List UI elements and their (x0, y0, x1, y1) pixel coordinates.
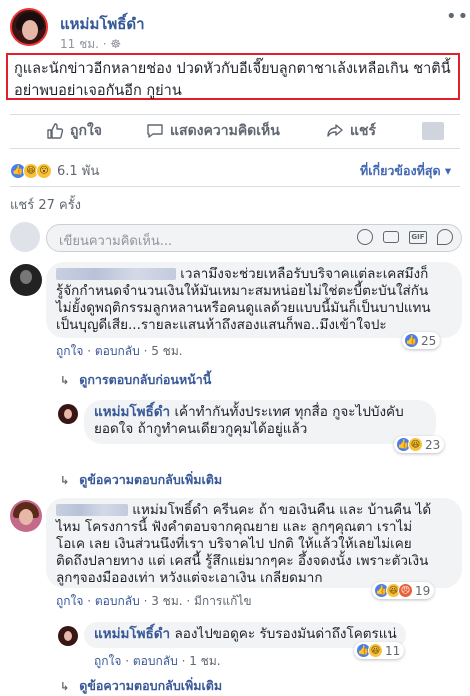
divider (10, 114, 460, 115)
comment-actions: ถูกใจ · ตอบกลับ · 3 ชม. · มีการแก้ไข (56, 594, 252, 608)
reply-text: เค้าทำกันทั้งประเทศ ทุกสื่อ กูจะไปบังคับ (174, 404, 404, 420)
reply-author[interactable]: แหม่มโพธิ์ดำ (94, 404, 170, 420)
comment-text: โอเค เลย เงินส่วนนึงที่เรา บริจาคไป ปกติ… (56, 536, 412, 552)
comment-reply-link[interactable]: ตอบกลับ (95, 344, 140, 358)
comment-text: ติดถึงปลายทาง แต่ เคสนี้ รู้สึกแย่มากๆคะ… (56, 553, 429, 569)
more-options-icon[interactable]: ••• (446, 6, 470, 27)
gif-icon[interactable]: GIF (409, 231, 427, 244)
haha-reaction-icon: 😆 (368, 643, 383, 658)
post-text-line: อย่าพบอย่าเจอกันอีก กูย่าน (14, 83, 182, 99)
reply-reply-link[interactable]: ตอบกลับ (133, 654, 178, 668)
comment-text: แหม่มโพธิ์ดำ ครีนคะ ถ้า ขอเงินคืน และ บ้… (132, 502, 432, 518)
reply-arrow-icon: ↳ (60, 473, 70, 487)
sort-comments-dropdown[interactable]: ที่เกี่ยวข้องที่สุด ▾ (360, 161, 451, 181)
view-previous-replies[interactable]: ↳ ดูการตอบกลับก่อนหน้านี้ (60, 370, 211, 390)
divider (10, 148, 460, 149)
view-more-replies-label: ดูข้อความตอบกลับเพิ่มเติม (79, 678, 223, 693)
emoji-icon[interactable] (357, 229, 373, 245)
reaction-count: 6.1 พัน (57, 164, 100, 179)
comment-time[interactable]: 5 ชม. (151, 344, 182, 358)
reply-author[interactable]: แหม่มโพธิ์ดำ (94, 626, 170, 642)
share-count[interactable]: แชร์ 27 ครั้ง (10, 194, 81, 215)
share-icon (327, 124, 343, 137)
comment-text: เวลามึงจะช่วยเหลือรับบริจาคแต่ละเคสมึงก็ (180, 266, 429, 282)
blurred-commenter-name[interactable] (56, 268, 176, 280)
reply-time[interactable]: 1 ชม. (189, 654, 220, 668)
wow-reaction-icon: 😮 (36, 162, 52, 179)
comment-text: ไม่ยั้งดูพฤติกรรมลูกหลานหรือคนดูแลด้วยแบ… (56, 300, 431, 316)
thumbs-up-icon (47, 123, 64, 139)
reply-text: ยอดใจ ถ้ากูทำคนเดียวกูคุมได้อยู่แล้ว (94, 421, 308, 437)
comment-input[interactable]: เขียนความคิดเห็น... GIF (46, 224, 462, 252)
blurred-commenter-name[interactable] (56, 504, 128, 516)
reply-like-link[interactable]: ถูกใจ (94, 654, 121, 668)
comment-like-link[interactable]: ถูกใจ (56, 344, 83, 358)
like-label: ถูกใจ (70, 123, 102, 139)
comment-placeholder: เขียนความคิดเห็น... (59, 234, 173, 249)
viewer-avatar[interactable] (422, 122, 444, 140)
page-avatar[interactable] (58, 626, 78, 646)
like-reaction-icon: 👍 (404, 333, 419, 348)
edited-label[interactable]: มีการแก้ไข (194, 594, 252, 608)
comment-bubble: แหม่มโพธิ์ดำ ครีนคะ ถ้า ขอเงินคืน และ บ้… (46, 498, 462, 588)
comment-reply-link[interactable]: ตอบกลับ (95, 594, 140, 608)
comment-reaction-count[interactable]: 👍 😆 😠 19 (372, 582, 435, 599)
view-more-replies[interactable]: ↳ ดูข้อความตอบกลับเพิ่มเติม (60, 676, 222, 696)
comment-text: ไหม โครงการนี้ ฟังคำตอบจากคุณยาย และ ลูก… (56, 519, 413, 535)
comment-text: รู้จักกำหนดจำนวนเงินให้มันเหมาะสมหน่อยไม… (56, 283, 429, 299)
reply-arrow-icon: ↳ (60, 679, 70, 693)
view-previous-replies-label: ดูการตอบกลับก่อนหน้านี้ (79, 372, 212, 387)
commenter-avatar[interactable] (10, 500, 42, 532)
reply-actions: ถูกใจ · ตอบกลับ · 1 ชม. (94, 654, 221, 668)
like-button[interactable]: ถูกใจ (46, 120, 102, 142)
page-avatar[interactable] (58, 404, 78, 424)
haha-reaction-icon: 😆 (408, 437, 423, 452)
comment-actions: ถูกใจ · ตอบกลับ · 5 ชม. (56, 344, 183, 358)
view-more-replies[interactable]: ↳ ดูข้อความตอบกลับเพิ่มเติม (60, 470, 222, 490)
view-more-replies-label: ดูข้อความตอบกลับเพิ่มเติม (79, 472, 223, 487)
post-time[interactable]: 11 ชม. · ☸ (60, 35, 121, 54)
reaction-number: 23 (425, 437, 441, 452)
page-avatar[interactable] (10, 8, 48, 46)
comment-bubble: เวลามึงจะช่วยเหลือรับบริจาคแต่ละเคสมึงก็… (46, 262, 462, 338)
reply-bubble: แหม่มโพธิ์ดำ เค้าทำกันทั้งประเทศ ทุกสื่อ… (84, 400, 436, 444)
comment-reaction-count[interactable]: 👍 25 (402, 332, 441, 349)
post-text-line: กูและนักข่าวอีกหลายช่อง ปวดหัวกับอีเจี๊ย… (14, 61, 451, 77)
commenter-avatar[interactable] (10, 264, 42, 296)
reply-reaction-count[interactable]: 👍 😆 11 (354, 642, 405, 659)
post-text: กูและนักข่าวอีกหลายช่อง ปวดหัวกับอีเจี๊ย… (6, 53, 460, 100)
share-button[interactable]: แชร์ (326, 120, 376, 142)
comment-label: แสดงความคิดเห็น (170, 123, 280, 139)
angry-reaction-icon: 😠 (398, 583, 413, 598)
sticker-icon[interactable] (437, 229, 453, 245)
comment-time[interactable]: 3 ชม. (151, 594, 182, 608)
page-name[interactable]: แหม่มโพธิ์ดำ (60, 12, 145, 36)
reaction-number: 19 (415, 583, 431, 598)
divider (10, 186, 460, 187)
current-user-avatar (10, 222, 40, 252)
camera-icon[interactable] (383, 231, 399, 243)
reply-text: ลองไปขอดูคะ รับรองมันด่าถึงโคตรแน่ (174, 626, 397, 642)
comment-like-link[interactable]: ถูกใจ (56, 594, 83, 608)
share-label: แชร์ (350, 123, 377, 139)
comment-text: เป็นบุญดีเสีย...รายละแสนห้าถึงสองแสนก็พอ… (56, 317, 387, 333)
reaction-number: 25 (421, 333, 437, 348)
reply-arrow-icon: ↳ (60, 373, 70, 387)
reaction-number: 11 (385, 643, 401, 658)
reaction-summary[interactable]: 👍 😆 😮 6.1 พัน (10, 160, 99, 181)
reply-reaction-count[interactable]: 👍 😆 23 (394, 436, 445, 453)
comment-icon (147, 124, 163, 138)
comment-button[interactable]: แสดงความคิดเห็น (146, 120, 280, 142)
